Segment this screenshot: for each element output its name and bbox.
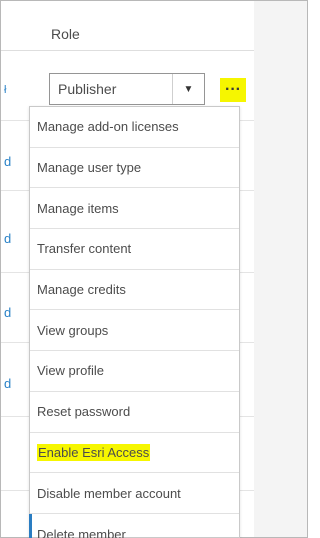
role-column-header: Role bbox=[51, 26, 80, 42]
menu-item-manage-user-type[interactable]: Manage user type bbox=[30, 148, 239, 189]
actions-dropdown-menu: Manage add-on licenses Manage user type … bbox=[29, 106, 240, 538]
menu-item-disable-member-account[interactable]: Disable member account bbox=[30, 473, 239, 514]
member-link-fragment[interactable]: d bbox=[4, 231, 11, 246]
menu-item-label: Manage credits bbox=[37, 282, 126, 298]
more-horizontal-icon: ··· bbox=[225, 81, 241, 98]
menu-item-reset-password[interactable]: Reset password bbox=[30, 392, 239, 433]
member-link-fragment[interactable]: d bbox=[4, 376, 11, 391]
menu-item-transfer-content[interactable]: Transfer content bbox=[30, 229, 239, 270]
menu-item-label: Manage items bbox=[37, 200, 119, 216]
more-actions-button[interactable]: ··· bbox=[220, 78, 246, 102]
menu-item-label: Manage add-on licenses bbox=[37, 119, 179, 135]
menu-item-view-profile[interactable]: View profile bbox=[30, 351, 239, 392]
menu-item-label: Disable member account bbox=[37, 485, 181, 501]
member-link-fragment[interactable]: ł bbox=[4, 84, 6, 96]
menu-item-label: Reset password bbox=[37, 404, 131, 420]
menu-item-label: Transfer content bbox=[37, 241, 132, 257]
table-header: Role bbox=[1, 1, 254, 51]
menu-item-enable-esri-access[interactable]: Enable Esri Access bbox=[30, 433, 239, 474]
menu-item-label: View groups bbox=[37, 322, 109, 338]
menu-item-label: Manage user type bbox=[37, 160, 142, 176]
role-select[interactable]: Publisher ▼ bbox=[49, 73, 205, 105]
menu-item-view-groups[interactable]: View groups bbox=[30, 310, 239, 352]
right-panel bbox=[254, 1, 307, 537]
menu-item-manage-items[interactable]: Manage items bbox=[30, 188, 239, 230]
menu-item-label: View profile bbox=[37, 363, 104, 379]
caret-down-icon: ▼ bbox=[183, 83, 194, 95]
role-select-value: Publisher bbox=[58, 81, 117, 97]
menu-item-delete-member[interactable]: Delete member bbox=[29, 513, 239, 538]
menu-item-manage-add-on-licenses[interactable]: Manage add-on licenses bbox=[30, 107, 239, 148]
member-link-fragment[interactable]: d bbox=[4, 154, 11, 169]
member-link-fragment[interactable]: d bbox=[4, 305, 11, 320]
menu-item-label: Delete member bbox=[37, 526, 126, 538]
menu-item-label: Enable Esri Access bbox=[37, 443, 151, 461]
menu-item-manage-credits[interactable]: Manage credits bbox=[30, 270, 239, 311]
